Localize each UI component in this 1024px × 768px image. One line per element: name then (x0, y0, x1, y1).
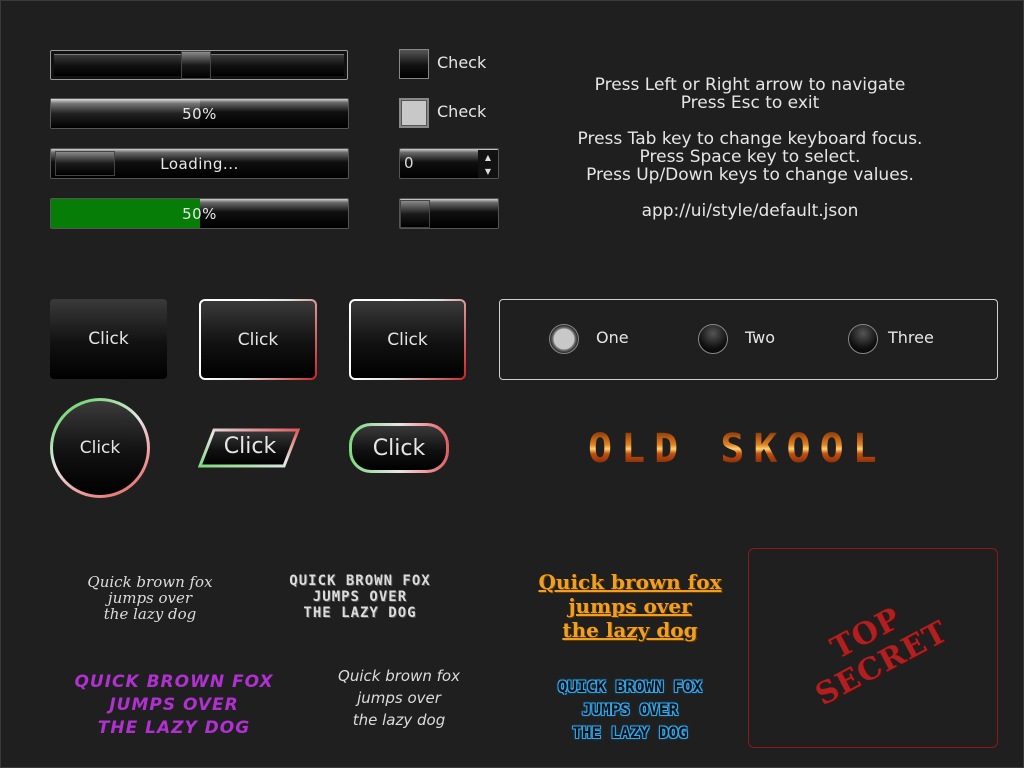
click-button-parallelogram[interactable]: Click (198, 428, 302, 469)
loading-bar: Loading... (50, 148, 349, 179)
radio-one-label: One (596, 328, 629, 347)
click-button-circle[interactable]: Click (50, 398, 150, 498)
loading-label: Loading... (160, 154, 239, 173)
sample-italic: Quick brown fox jumps over the lazy dog (338, 667, 460, 729)
stamp-panel: TOP SECRET (748, 548, 998, 748)
horizontal-slider[interactable] (50, 50, 348, 80)
green-progress-bar: 50% (50, 198, 349, 229)
spinner-value[interactable]: 0 (404, 154, 414, 172)
checkbox-1-label: Check (437, 53, 487, 72)
green-progress-label: 50% (182, 204, 217, 223)
triangle-up-icon[interactable]: ▲ (478, 150, 498, 164)
click-button-outlined-2[interactable]: Click (349, 299, 466, 380)
checkbox-1-box[interactable] (399, 49, 429, 79)
radio-three-label: Three (888, 328, 934, 347)
radio-two-label: Two (745, 328, 775, 347)
number-spinner[interactable]: 0 ▲ ▼ (399, 148, 499, 179)
oldskool-title: OLD SKOOL (588, 426, 886, 472)
help-style-path: app://ui/style/default.json (641, 201, 859, 221)
sample-orange: Quick brown fox jumps over the lazy dog (538, 570, 722, 642)
progress-label: 50% (182, 104, 217, 123)
spinner-arrows: ▲ ▼ (478, 150, 498, 178)
progress-bar: 50% (50, 98, 349, 129)
click-button-outlined[interactable]: Click (199, 299, 317, 380)
sample-blocky: QUICK BROWN FOX JUMPS OVER THE LAZY DOG (289, 573, 431, 621)
radio-two[interactable] (698, 324, 728, 354)
slider-thumb[interactable] (181, 51, 211, 79)
help-navigation: Press Left or Right arrow to navigate Pr… (594, 75, 906, 113)
sample-blue: QUICK BROWN FOX JUMPS OVER THE LAZY DOG (557, 677, 703, 742)
mini-slider[interactable] (399, 198, 499, 229)
radio-one[interactable] (549, 324, 579, 354)
mini-slider-thumb[interactable] (400, 200, 430, 228)
parallelogram-label: Click (223, 434, 277, 459)
checkbox-2[interactable]: Check (399, 98, 509, 130)
radio-group: One Two Three (499, 299, 998, 380)
checkbox-2-box[interactable] (399, 98, 429, 128)
triangle-down-icon[interactable]: ▼ (478, 164, 498, 178)
help-keyboard: Press Tab key to change keyboard focus. … (577, 129, 923, 185)
top-secret-stamp: TOP SECRET (749, 549, 999, 749)
click-button-plain[interactable]: Click (50, 299, 167, 379)
sample-purple: QUICK BROWN FOX JUMPS OVER THE LAZY DOG (74, 672, 274, 738)
checkbox-2-label: Check (437, 102, 487, 121)
sample-handwritten: Quick brown fox jumps over the lazy dog (87, 573, 213, 623)
checkbox-1[interactable]: Check (399, 49, 509, 81)
radio-three[interactable] (848, 324, 878, 354)
stamp-text: TOP SECRET (809, 600, 954, 713)
click-button-pill[interactable]: Click (349, 423, 449, 473)
